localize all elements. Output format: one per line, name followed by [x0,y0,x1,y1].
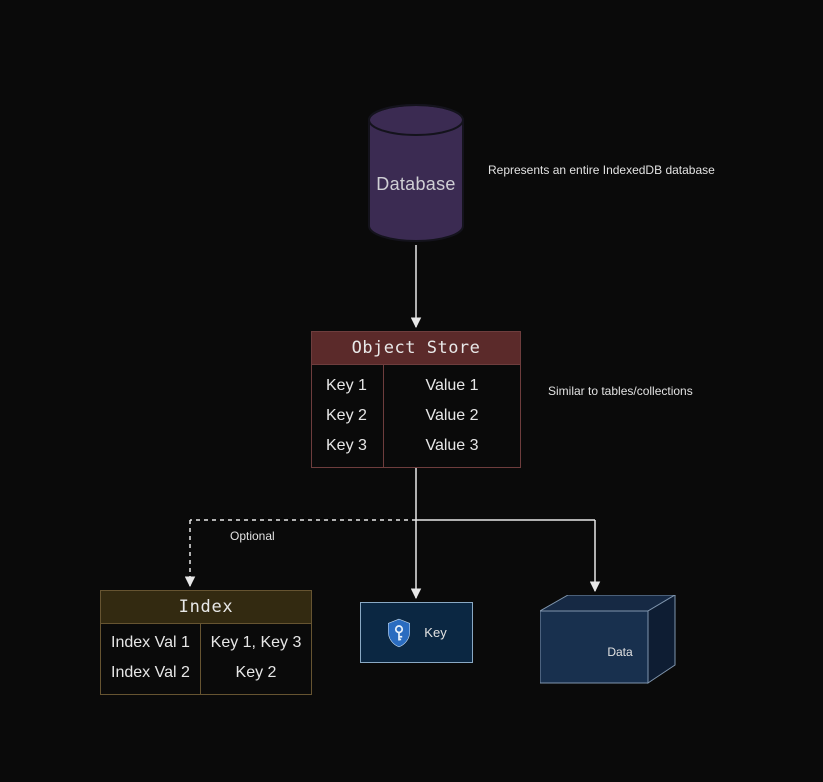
object-store-title: Object Store [312,332,520,365]
index-key: Index Val 2 [111,658,200,688]
object-store-key: Key 2 [326,401,383,431]
database-node: Database [366,104,466,242]
object-store-node: Object Store Key 1 Key 2 Key 3 Value 1 V… [311,331,521,468]
cuboid-icon [540,595,680,690]
database-description: Represents an entire IndexedDB database [488,163,715,177]
object-store-key: Key 3 [326,431,383,461]
object-store-value: Value 1 [384,371,520,401]
data-node: Data [540,595,680,690]
key-node: Key [360,602,473,663]
diagram-canvas: Database Represents an entire IndexedDB … [0,0,823,782]
object-store-description: Similar to tables/collections [548,384,693,398]
shield-key-icon [386,618,412,648]
index-value: Key 2 [201,658,311,688]
object-store-key: Key 1 [326,371,383,401]
object-store-value: Value 2 [384,401,520,431]
key-label: Key [424,625,446,640]
data-label: Data [570,645,670,659]
index-node: Index Index Val 1 Index Val 2 Key 1, Key… [100,590,312,695]
cylinder-icon [366,104,466,242]
database-title: Database [366,174,466,195]
optional-edge-label: Optional [230,529,275,543]
index-value: Key 1, Key 3 [201,628,311,658]
object-store-value: Value 3 [384,431,520,461]
index-key: Index Val 1 [111,628,200,658]
index-title: Index [101,591,311,624]
